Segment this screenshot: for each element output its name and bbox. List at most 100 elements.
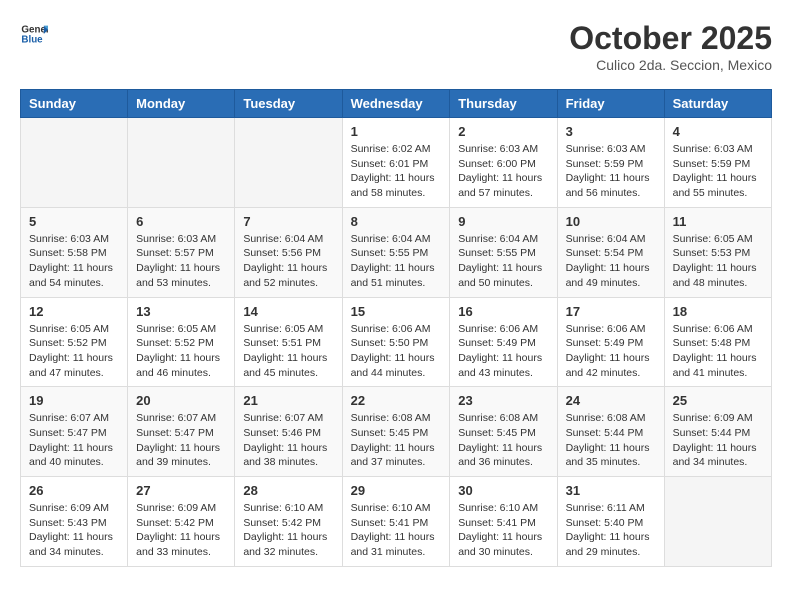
day-info: Sunrise: 6:06 AM Sunset: 5:49 PM Dayligh… [458, 322, 548, 381]
calendar-cell: 11 Sunrise: 6:05 AM Sunset: 5:53 PM Dayli… [664, 207, 771, 297]
day-number: 29 [351, 483, 442, 498]
location-title: Culico 2da. Seccion, Mexico [569, 57, 772, 73]
svg-text:Blue: Blue [21, 34, 43, 45]
calendar-cell: 7 Sunrise: 6:04 AM Sunset: 5:56 PM Daylig… [235, 207, 342, 297]
day-number: 7 [243, 214, 333, 229]
day-info: Sunrise: 6:02 AM Sunset: 6:01 PM Dayligh… [351, 142, 442, 201]
day-number: 26 [29, 483, 119, 498]
calendar-table: SundayMondayTuesdayWednesdayThursdayFrid… [20, 89, 772, 567]
weekday-header-sunday: Sunday [21, 90, 128, 118]
week-row-5: 26 Sunrise: 6:09 AM Sunset: 5:43 PM Dayli… [21, 477, 772, 567]
day-info: Sunrise: 6:04 AM Sunset: 5:56 PM Dayligh… [243, 232, 333, 291]
day-info: Sunrise: 6:11 AM Sunset: 5:40 PM Dayligh… [566, 501, 656, 560]
day-info: Sunrise: 6:09 AM Sunset: 5:44 PM Dayligh… [673, 411, 763, 470]
day-number: 27 [136, 483, 226, 498]
day-number: 3 [566, 124, 656, 139]
day-info: Sunrise: 6:08 AM Sunset: 5:44 PM Dayligh… [566, 411, 656, 470]
calendar-cell: 4Sunrise: 6:03 AM Sunset: 5:59 PM Daylig… [664, 118, 771, 208]
day-info: Sunrise: 6:05 AM Sunset: 5:52 PM Dayligh… [136, 322, 226, 381]
calendar-cell: 23 Sunrise: 6:08 AM Sunset: 5:45 PM Dayli… [450, 387, 557, 477]
calendar-cell [128, 118, 235, 208]
calendar-cell: 20Sunrise: 6:07 AM Sunset: 5:47 PM Dayli… [128, 387, 235, 477]
calendar-cell: 18 Sunrise: 6:06 AM Sunset: 5:48 PM Dayli… [664, 297, 771, 387]
calendar-cell: 9 Sunrise: 6:04 AM Sunset: 5:55 PM Daylig… [450, 207, 557, 297]
calendar-cell [21, 118, 128, 208]
day-number: 2 [458, 124, 548, 139]
day-number: 19 [29, 393, 119, 408]
day-number: 12 [29, 304, 119, 319]
weekday-header-row: SundayMondayTuesdayWednesdayThursdayFrid… [21, 90, 772, 118]
day-info: Sunrise: 6:10 AM Sunset: 5:41 PM Dayligh… [351, 501, 442, 560]
day-number: 8 [351, 214, 442, 229]
day-number: 28 [243, 483, 333, 498]
day-info: Sunrise: 6:07 AM Sunset: 5:47 PM Dayligh… [136, 411, 226, 470]
calendar-cell [235, 118, 342, 208]
day-info: Sunrise: 6:03 AM Sunset: 5:58 PM Dayligh… [29, 232, 119, 291]
calendar-cell: 21 Sunrise: 6:07 AM Sunset: 5:46 PM Dayli… [235, 387, 342, 477]
day-number: 17 [566, 304, 656, 319]
day-info: Sunrise: 6:09 AM Sunset: 5:43 PM Dayligh… [29, 501, 119, 560]
calendar-cell [664, 477, 771, 567]
weekday-header-thursday: Thursday [450, 90, 557, 118]
day-info: Sunrise: 6:07 AM Sunset: 5:47 PM Dayligh… [29, 411, 119, 470]
day-info: Sunrise: 6:06 AM Sunset: 5:50 PM Dayligh… [351, 322, 442, 381]
day-number: 14 [243, 304, 333, 319]
day-number: 15 [351, 304, 442, 319]
day-info: Sunrise: 6:03 AM Sunset: 5:59 PM Dayligh… [673, 142, 763, 201]
day-number: 21 [243, 393, 333, 408]
day-info: Sunrise: 6:03 AM Sunset: 6:00 PM Dayligh… [458, 142, 548, 201]
calendar-cell: 25 Sunrise: 6:09 AM Sunset: 5:44 PM Dayli… [664, 387, 771, 477]
calendar-cell: 10Sunrise: 6:04 AM Sunset: 5:54 PM Dayli… [557, 207, 664, 297]
day-info: Sunrise: 6:05 AM Sunset: 5:52 PM Dayligh… [29, 322, 119, 381]
week-row-2: 5Sunrise: 6:03 AM Sunset: 5:58 PM Daylig… [21, 207, 772, 297]
day-number: 31 [566, 483, 656, 498]
calendar-cell: 16Sunrise: 6:06 AM Sunset: 5:49 PM Dayli… [450, 297, 557, 387]
day-info: Sunrise: 6:06 AM Sunset: 5:49 PM Dayligh… [566, 322, 656, 381]
calendar-cell: 13 Sunrise: 6:05 AM Sunset: 5:52 PM Dayli… [128, 297, 235, 387]
day-info: Sunrise: 6:05 AM Sunset: 5:53 PM Dayligh… [673, 232, 763, 291]
calendar-cell: 2 Sunrise: 6:03 AM Sunset: 6:00 PM Daylig… [450, 118, 557, 208]
calendar-cell: 31 Sunrise: 6:11 AM Sunset: 5:40 PM Dayli… [557, 477, 664, 567]
day-info: Sunrise: 6:06 AM Sunset: 5:48 PM Dayligh… [673, 322, 763, 381]
calendar-cell: 12 Sunrise: 6:05 AM Sunset: 5:52 PM Dayli… [21, 297, 128, 387]
day-info: Sunrise: 6:08 AM Sunset: 5:45 PM Dayligh… [458, 411, 548, 470]
day-info: Sunrise: 6:10 AM Sunset: 5:42 PM Dayligh… [243, 501, 333, 560]
day-number: 9 [458, 214, 548, 229]
weekday-header-monday: Monday [128, 90, 235, 118]
weekday-header-saturday: Saturday [664, 90, 771, 118]
calendar-cell: 5Sunrise: 6:03 AM Sunset: 5:58 PM Daylig… [21, 207, 128, 297]
day-number: 30 [458, 483, 548, 498]
calendar-cell: 14 Sunrise: 6:05 AM Sunset: 5:51 PM Dayli… [235, 297, 342, 387]
day-info: Sunrise: 6:03 AM Sunset: 5:59 PM Dayligh… [566, 142, 656, 201]
calendar-cell: 6 Sunrise: 6:03 AM Sunset: 5:57 PM Daylig… [128, 207, 235, 297]
calendar-cell: 8 Sunrise: 6:04 AM Sunset: 5:55 PM Daylig… [342, 207, 450, 297]
page-header: General Blue October 2025 Culico 2da. Se… [20, 20, 772, 73]
title-block: October 2025 Culico 2da. Seccion, Mexico [569, 20, 772, 73]
day-info: Sunrise: 6:03 AM Sunset: 5:57 PM Dayligh… [136, 232, 226, 291]
day-number: 13 [136, 304, 226, 319]
day-number: 25 [673, 393, 763, 408]
day-number: 10 [566, 214, 656, 229]
day-number: 11 [673, 214, 763, 229]
logo: General Blue [20, 20, 48, 48]
day-info: Sunrise: 6:04 AM Sunset: 5:55 PM Dayligh… [351, 232, 442, 291]
calendar-cell: 19 Sunrise: 6:07 AM Sunset: 5:47 PM Dayli… [21, 387, 128, 477]
calendar-cell: 3 Sunrise: 6:03 AM Sunset: 5:59 PM Daylig… [557, 118, 664, 208]
day-number: 6 [136, 214, 226, 229]
week-row-4: 19 Sunrise: 6:07 AM Sunset: 5:47 PM Dayli… [21, 387, 772, 477]
day-info: Sunrise: 6:09 AM Sunset: 5:42 PM Dayligh… [136, 501, 226, 560]
weekday-header-friday: Friday [557, 90, 664, 118]
day-number: 18 [673, 304, 763, 319]
day-info: Sunrise: 6:08 AM Sunset: 5:45 PM Dayligh… [351, 411, 442, 470]
day-info: Sunrise: 6:07 AM Sunset: 5:46 PM Dayligh… [243, 411, 333, 470]
day-info: Sunrise: 6:05 AM Sunset: 5:51 PM Dayligh… [243, 322, 333, 381]
day-number: 23 [458, 393, 548, 408]
day-info: Sunrise: 6:04 AM Sunset: 5:55 PM Dayligh… [458, 232, 548, 291]
calendar-cell: 30Sunrise: 6:10 AM Sunset: 5:41 PM Dayli… [450, 477, 557, 567]
calendar-cell: 17 Sunrise: 6:06 AM Sunset: 5:49 PM Dayli… [557, 297, 664, 387]
day-number: 22 [351, 393, 442, 408]
week-row-3: 12 Sunrise: 6:05 AM Sunset: 5:52 PM Dayli… [21, 297, 772, 387]
calendar-cell: 27 Sunrise: 6:09 AM Sunset: 5:42 PM Dayli… [128, 477, 235, 567]
calendar-cell: 15 Sunrise: 6:06 AM Sunset: 5:50 PM Dayli… [342, 297, 450, 387]
day-number: 24 [566, 393, 656, 408]
